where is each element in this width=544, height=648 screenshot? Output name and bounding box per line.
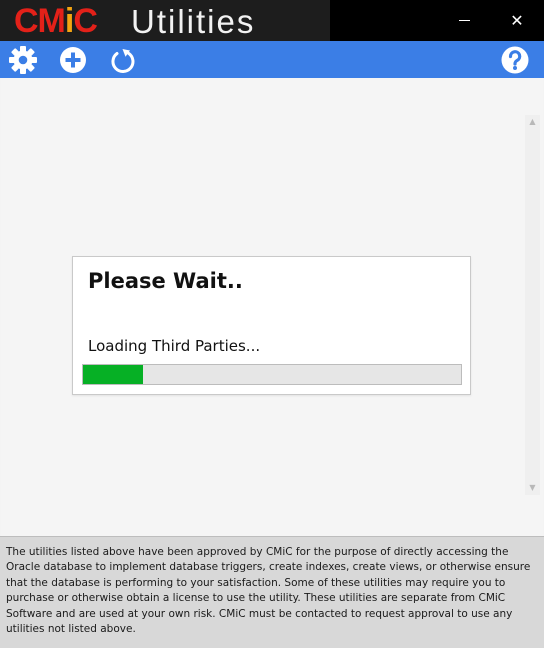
scroll-up-icon[interactable]: ▲ bbox=[525, 115, 540, 129]
logo-brand-prefix: CM bbox=[14, 2, 66, 40]
toolbar bbox=[0, 41, 544, 78]
logo-brand: CMiC bbox=[14, 0, 98, 41]
app-logo: CMiC Utilities bbox=[0, 0, 330, 41]
gear-icon bbox=[9, 46, 37, 74]
title-bar[interactable]: CMiC Utilities ✕ bbox=[0, 0, 544, 41]
minimize-button[interactable] bbox=[441, 0, 487, 41]
vertical-scrollbar[interactable]: ▲ ▼ bbox=[525, 115, 540, 495]
refresh-icon bbox=[111, 49, 135, 74]
scroll-down-icon[interactable]: ▼ bbox=[525, 481, 540, 495]
disclaimer-footer: The utilities listed above have been app… bbox=[0, 536, 544, 648]
progress-bar bbox=[82, 364, 462, 385]
help-button[interactable] bbox=[499, 44, 531, 76]
close-button[interactable]: ✕ bbox=[494, 0, 540, 41]
close-icon: ✕ bbox=[510, 11, 524, 30]
settings-button[interactable] bbox=[7, 44, 39, 76]
help-circle-icon bbox=[501, 46, 529, 74]
add-button[interactable] bbox=[57, 44, 89, 76]
add-circle-icon bbox=[60, 47, 86, 73]
disclaimer-text: The utilities listed above have been app… bbox=[6, 546, 531, 636]
please-wait-dialog: Please Wait.. Loading Third Parties... bbox=[72, 256, 471, 395]
minimize-icon bbox=[458, 20, 470, 21]
app-window: CMiC Utilities ✕ ▲ ▼ Please Wait.. Loadi… bbox=[0, 0, 544, 648]
loading-status-text: Loading Third Parties... bbox=[88, 337, 261, 355]
dialog-title: Please Wait.. bbox=[88, 269, 243, 293]
logo-title: Utilities bbox=[131, 3, 256, 40]
refresh-button[interactable] bbox=[107, 44, 139, 76]
progress-bar-fill bbox=[83, 365, 144, 384]
logo-brand-suffix: C bbox=[73, 2, 98, 40]
